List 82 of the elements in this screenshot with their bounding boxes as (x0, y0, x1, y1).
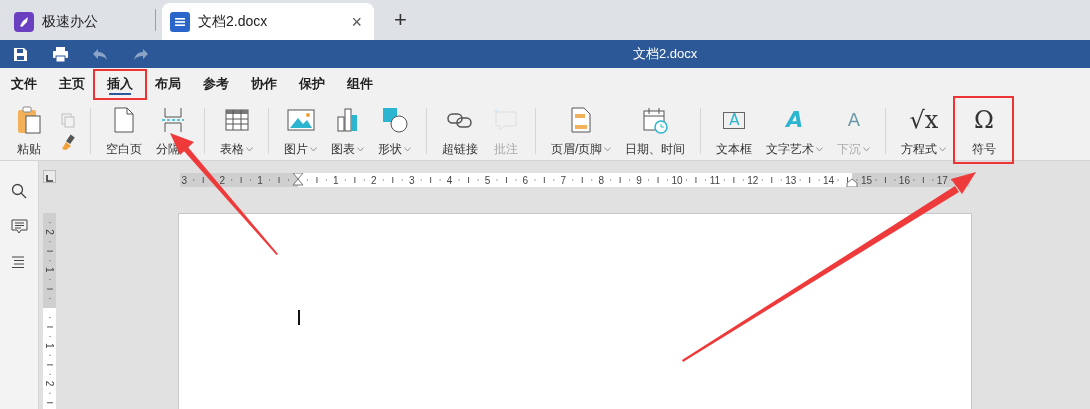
ribbon-button[interactable]: Ω 符号 (953, 96, 1015, 164)
ribbon-button[interactable]: 日期、时间 (618, 100, 693, 160)
ribbon-button[interactable]: √x 方程式 (894, 100, 954, 160)
ribbon-button[interactable]: 超链接 (435, 100, 485, 160)
tab-stop-selector[interactable] (43, 170, 56, 183)
ruler-number: 3 (408, 174, 415, 186)
ruler-number: 14 (823, 174, 835, 186)
menu-tab[interactable]: 布局 (144, 68, 192, 100)
outline-icon[interactable] (11, 255, 27, 269)
caret-icon (604, 146, 612, 152)
window-title: 文档2.docx (633, 45, 698, 64)
close-icon[interactable]: × (351, 12, 362, 31)
ruler-number: 5 (484, 174, 491, 186)
tab-stop-icon (46, 175, 53, 182)
calendar-icon (641, 106, 670, 134)
ruler-number: 12 (747, 174, 759, 186)
ruler-number: 11 (709, 174, 721, 186)
ruler-number: 7 (560, 174, 567, 186)
caret-icon (939, 146, 947, 152)
square-root-icon: √x (909, 108, 939, 132)
ruler-number: 1 (44, 342, 55, 349)
vertical-ruler[interactable]: 2 1 1 2 (43, 213, 56, 409)
text-box-icon: A (723, 111, 746, 129)
menu-tab[interactable]: 插入 (93, 68, 147, 100)
menu-tab[interactable]: 保护 (288, 68, 336, 100)
rocket-icon (14, 11, 34, 32)
ruler-number: 1 (333, 174, 339, 186)
save-icon[interactable] (11, 45, 29, 63)
caret-icon (246, 146, 253, 152)
caret-icon (863, 146, 871, 152)
caret-icon (816, 146, 824, 152)
ruler-number: 9 (636, 174, 642, 186)
letter-a-icon: A (786, 109, 804, 131)
ruler-number: 15 (860, 174, 873, 186)
browser-tab[interactable]: 文档2.docx × (162, 3, 374, 40)
ruler-number: 1 (257, 174, 263, 186)
caret-icon (310, 146, 317, 152)
omega-icon: Ω (973, 108, 994, 132)
text-cursor (298, 310, 300, 325)
ribbon-button[interactable]: 形状 (371, 100, 418, 160)
caret-icon (404, 146, 411, 152)
ribbon-button[interactable]: A 文本框 (709, 100, 760, 160)
ribbon-button[interactable]: 页眉/页脚 (544, 100, 619, 160)
ruler-number: 13 (785, 174, 797, 186)
brush-icon[interactable] (60, 133, 76, 150)
ruler-number: 16 (898, 174, 910, 186)
ruler-number: 8 (598, 174, 604, 186)
document-icon (170, 11, 190, 32)
ribbon-button[interactable]: 粘贴 (8, 100, 50, 160)
menu-tab[interactable]: 文件 (0, 68, 48, 100)
ruler-number: 1 (44, 267, 55, 273)
comment-icon[interactable] (10, 219, 28, 235)
search-icon[interactable] (11, 183, 27, 199)
caret-icon (357, 146, 364, 152)
ruler-number: 10 (671, 174, 683, 186)
horizontal-ruler[interactable]: 3 2 1 1 2 3 4 5 6 7 8 9 10 11 12 13 14 15 16 17 (180, 172, 970, 187)
new-tab-button[interactable]: + (388, 8, 413, 32)
ruler-number: 17 (936, 174, 948, 186)
browser-tab[interactable]: 极速办公 (0, 3, 110, 40)
ruler-number: 3 (181, 174, 188, 186)
ribbon-button[interactable]: 图片 (277, 100, 324, 160)
ruler-number: 2 (371, 174, 377, 186)
indent-marker-icon[interactable] (292, 172, 304, 186)
ribbon-button[interactable]: 空白页 (99, 100, 149, 160)
menu-tab[interactable]: 组件 (336, 68, 384, 100)
ribbon-button[interactable]: 表格 (213, 100, 260, 160)
clipboard-icon (15, 105, 43, 135)
ruler-number: 2 (44, 380, 55, 387)
ruler-number: 6 (522, 174, 529, 186)
ruler-number: 2 (44, 229, 55, 235)
print-icon[interactable] (51, 45, 69, 63)
shapes-icon (380, 106, 409, 134)
ribbon-button[interactable]: A 文字艺术 (759, 100, 831, 160)
drop-cap-icon: A (847, 111, 860, 129)
table-icon (222, 106, 251, 134)
ruler-number: 4 (446, 174, 453, 186)
menu-tab[interactable]: 协作 (240, 68, 288, 100)
image-icon (286, 106, 315, 134)
menu-tab[interactable]: 参考 (192, 68, 240, 100)
ribbon-button[interactable]: 图表 (324, 100, 371, 160)
ruler-number: 2 (219, 174, 225, 186)
menu-tab[interactable]: 主页 (48, 68, 96, 100)
